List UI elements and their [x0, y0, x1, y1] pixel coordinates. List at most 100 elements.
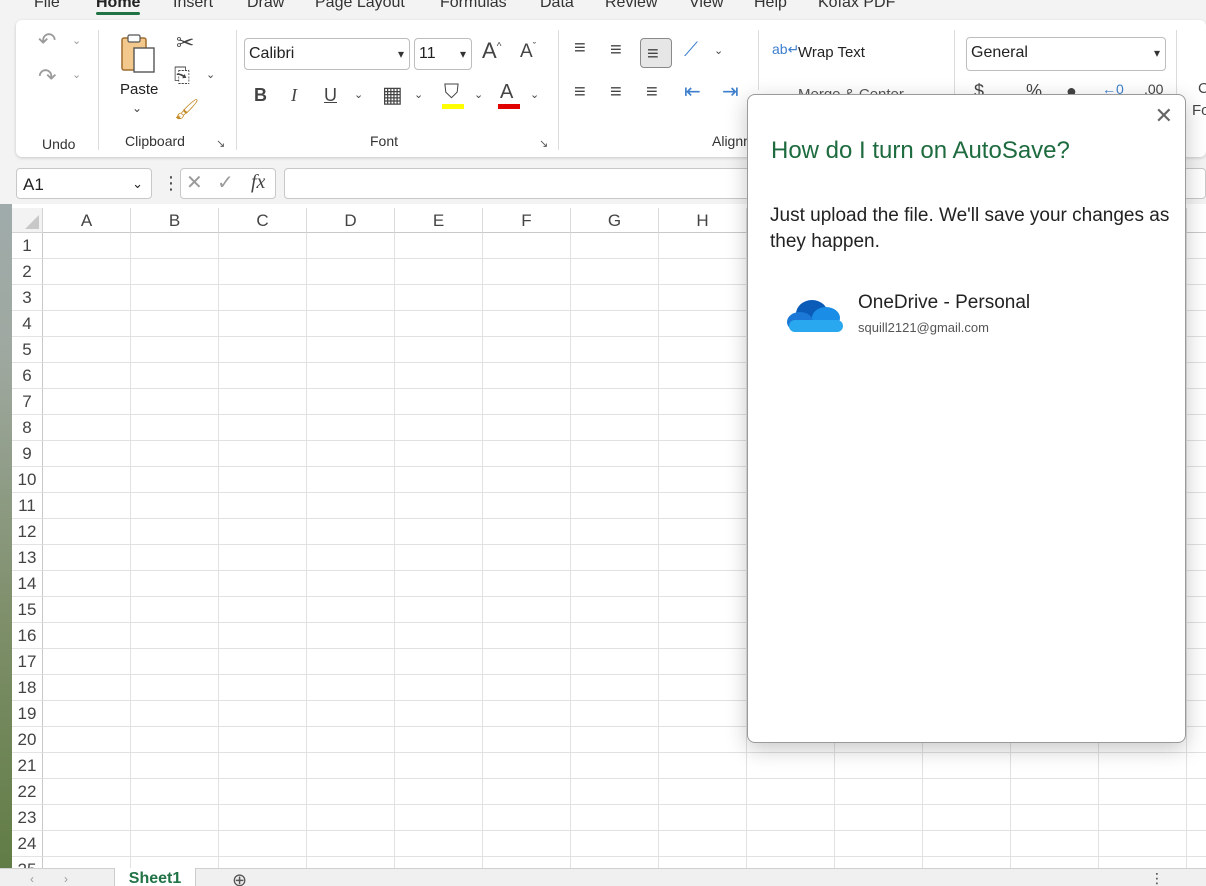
tab-help[interactable]: Help	[754, 0, 787, 12]
fill-color-dropdown-icon[interactable]: ⌄	[474, 90, 483, 101]
font-name-select[interactable]: Calibri ▾	[244, 38, 410, 70]
tab-formulas[interactable]: Formulas	[440, 0, 507, 12]
tab-draw[interactable]: Draw	[247, 0, 284, 12]
row-header[interactable]: 15	[12, 597, 43, 623]
column-header[interactable]: H	[659, 208, 747, 233]
enter-icon[interactable]: ✓	[217, 173, 234, 193]
column-header[interactable]: D	[307, 208, 395, 233]
gridline	[130, 233, 131, 868]
sheet-tab-sheet1[interactable]: Sheet1	[114, 868, 196, 886]
row-header[interactable]: 9	[12, 441, 43, 467]
underline-dropdown-icon[interactable]: ⌄	[354, 90, 363, 101]
tab-kofax-pdf[interactable]: Kofax PDF	[818, 0, 895, 12]
borders-dropdown-icon[interactable]: ⌄	[414, 90, 423, 101]
underline-button[interactable]: U	[324, 86, 337, 104]
row-header[interactable]: 14	[12, 571, 43, 597]
orientation-icon[interactable]: ⟋	[684, 40, 698, 60]
font-color-icon[interactable]: A	[500, 82, 513, 102]
tab-view[interactable]: View	[689, 0, 723, 12]
column-header[interactable]	[1187, 208, 1206, 233]
top-align-icon[interactable]: ≡	[574, 38, 586, 58]
font-size-select[interactable]: 11 ▾	[414, 38, 472, 70]
row-header[interactable]: 3	[12, 285, 43, 311]
column-header[interactable]: E	[395, 208, 483, 233]
name-box[interactable]: A1 ⌄	[16, 168, 152, 199]
row-header[interactable]: 4	[12, 311, 43, 337]
copy-icon[interactable]: ⎘	[174, 66, 190, 86]
row-header[interactable]: 1	[12, 233, 43, 259]
wrap-text-button[interactable]: Wrap Text	[798, 44, 865, 61]
row-header[interactable]: 7	[12, 389, 43, 415]
column-header[interactable]: B	[131, 208, 219, 233]
insert-function-button[interactable]: fx	[251, 172, 265, 192]
column-header[interactable]: A	[43, 208, 131, 233]
wrap-text-icon[interactable]: ab↵	[772, 42, 799, 56]
clipboard-launcher-icon[interactable]: ↘	[216, 137, 225, 150]
row-header[interactable]: 8	[12, 415, 43, 441]
undo-dropdown-icon[interactable]: ⌄	[72, 36, 81, 47]
row-header[interactable]: 5	[12, 337, 43, 363]
increase-indent-icon[interactable]: ⇥	[722, 82, 739, 102]
onedrive-personal-option[interactable]: OneDrive - Personal squill2121@gmail.com	[778, 290, 1168, 346]
row-header[interactable]: 19	[12, 701, 43, 727]
tab-data[interactable]: Data	[540, 0, 574, 12]
row-header[interactable]: 16	[12, 623, 43, 649]
copy-dropdown-icon[interactable]: ⌄	[206, 70, 215, 81]
decrease-font-size-icon[interactable]: Aˇ	[520, 42, 536, 61]
scroll-right-icon[interactable]: ›	[64, 873, 68, 885]
row-header[interactable]: 22	[12, 779, 43, 805]
row-header[interactable]: 6	[12, 363, 43, 389]
redo-icon[interactable]: ↷	[38, 66, 56, 88]
row-header[interactable]: 23	[12, 805, 43, 831]
middle-align-icon[interactable]: ≡	[610, 40, 622, 60]
conditional-formatting-partial-label-2[interactable]: Fo	[1192, 102, 1206, 119]
borders-icon[interactable]: ▦	[382, 84, 403, 106]
redo-dropdown-icon[interactable]: ⌄	[72, 70, 81, 81]
add-sheet-icon[interactable]: ⊕	[232, 871, 247, 886]
conditional-formatting-partial-label[interactable]: C	[1198, 80, 1206, 97]
format-painter-icon[interactable]: 🖌	[174, 100, 199, 120]
row-header[interactable]: 2	[12, 259, 43, 285]
align-right-icon[interactable]: ≡	[646, 82, 658, 102]
decrease-indent-icon[interactable]: ⇤	[684, 82, 701, 102]
tab-page-layout[interactable]: Page Layout	[315, 0, 405, 12]
column-header[interactable]: F	[483, 208, 571, 233]
tab-insert[interactable]: Insert	[173, 0, 213, 12]
paste-button[interactable]: Paste ⌄	[114, 30, 162, 120]
tab-file[interactable]: File	[34, 0, 60, 12]
number-format-select[interactable]: General ▾	[966, 37, 1166, 71]
row-header[interactable]: 17	[12, 649, 43, 675]
tab-review[interactable]: Review	[605, 0, 657, 12]
row-header[interactable]: 25	[12, 857, 43, 868]
cut-icon[interactable]: ✂	[176, 32, 194, 54]
scroll-left-icon[interactable]: ‹	[30, 873, 34, 885]
row-header[interactable]: 21	[12, 753, 43, 779]
close-icon[interactable]: ✕	[1155, 103, 1173, 129]
select-all-corner[interactable]	[12, 208, 43, 233]
orientation-dropdown-icon[interactable]: ⌄	[714, 46, 723, 57]
row-header[interactable]: 18	[12, 675, 43, 701]
increase-font-size-icon[interactable]: A^	[482, 40, 501, 62]
undo-icon[interactable]: ↶	[38, 30, 56, 52]
row-header[interactable]: 11	[12, 493, 43, 519]
cancel-icon[interactable]: ✕	[186, 173, 203, 193]
fill-color-icon[interactable]: ⛉	[444, 82, 459, 102]
font-launcher-icon[interactable]: ↘	[539, 137, 548, 150]
bottom-align-button[interactable]: ≡	[640, 38, 672, 68]
more-options-icon[interactable]: ⋮	[162, 174, 180, 192]
bold-button[interactable]: B	[254, 86, 267, 104]
more-options-icon[interactable]: ⋮	[1150, 871, 1164, 885]
align-center-icon[interactable]: ≡	[610, 82, 622, 102]
column-header[interactable]: G	[571, 208, 659, 233]
row-header[interactable]: 10	[12, 467, 43, 493]
row-header[interactable]: 20	[12, 727, 43, 753]
align-left-icon[interactable]: ≡	[574, 82, 586, 102]
row-header[interactable]: 12	[12, 519, 43, 545]
tab-home[interactable]: Home	[96, 0, 141, 15]
row-header[interactable]: 13	[12, 545, 43, 571]
row-header[interactable]: 24	[12, 831, 43, 857]
italic-button[interactable]: I	[291, 86, 297, 104]
column-header[interactable]: C	[219, 208, 307, 233]
font-color-dropdown-icon[interactable]: ⌄	[530, 90, 539, 101]
paste-dropdown-icon[interactable]: ⌄	[132, 102, 142, 114]
